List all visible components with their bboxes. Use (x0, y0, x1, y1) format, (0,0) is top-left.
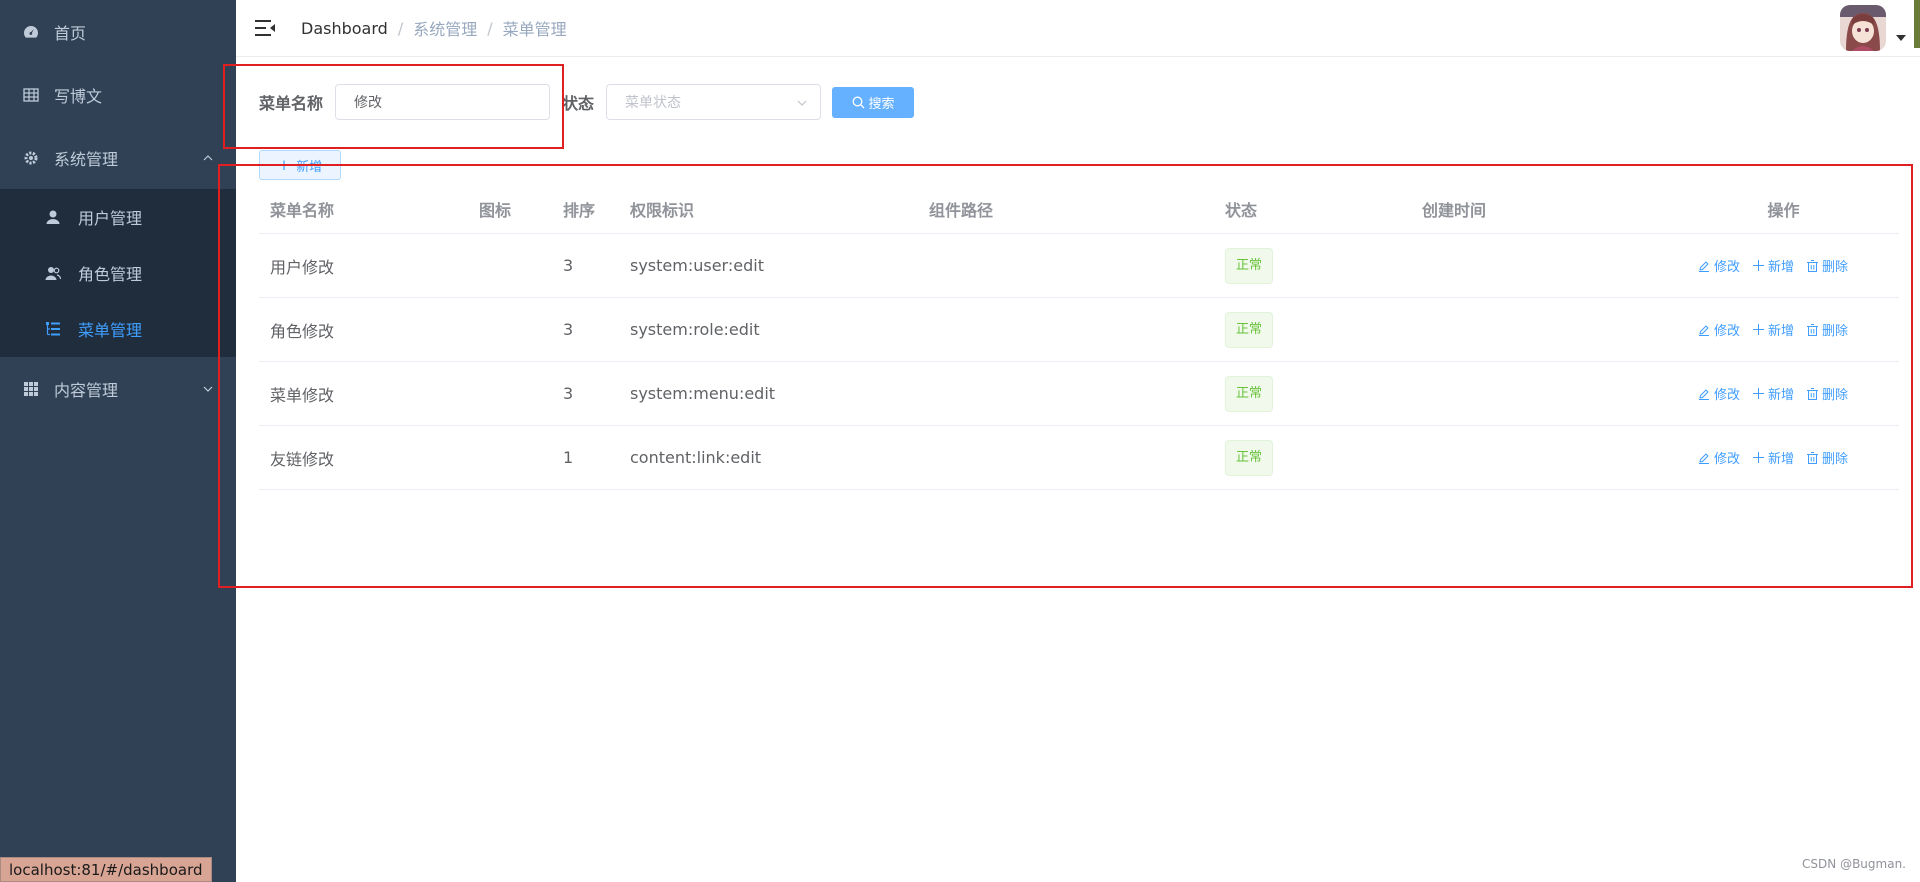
gear-icon (22, 149, 40, 167)
caret-down-icon[interactable] (1896, 34, 1906, 42)
sidebar-item-label: 写博文 (54, 86, 103, 106)
chevron-down-icon (203, 386, 213, 392)
status-placeholder: 菜单状态 (625, 95, 682, 111)
highlight-box-table (218, 164, 1913, 588)
sidebar-item-label: 系统管理 (54, 149, 119, 169)
system-submenu: 用户管理 角色管理 菜单管理 (0, 189, 236, 357)
hamburger-icon[interactable] (254, 17, 276, 39)
status-select[interactable]: 菜单状态 (606, 84, 822, 120)
sidebar: 首页 写博文 系统管理 用户管理 角色管理 菜单管理 内容管理 (0, 0, 236, 882)
breadcrumb-dashboard[interactable]: Dashboard (301, 19, 388, 38)
navbar: Dashboard / 系统管理 / 菜单管理 (236, 0, 1920, 57)
breadcrumb-menu: 菜单管理 (502, 20, 567, 39)
sidebar-item-label: 内容管理 (54, 380, 119, 400)
sidebar-item-menu-management[interactable]: 菜单管理 (0, 301, 236, 357)
sidebar-item-system[interactable]: 系统管理 (0, 126, 236, 189)
avatar[interactable] (1840, 5, 1886, 51)
sidebar-item-label: 用户管理 (78, 209, 143, 228)
peoples-icon (44, 264, 62, 282)
breadcrumb-separator: / (487, 18, 493, 38)
search-button-label: 搜索 (868, 96, 895, 112)
sidebar-item-write-blog[interactable]: 写博文 (0, 63, 236, 126)
highlight-box-search (223, 64, 564, 149)
sidebar-item-user-management[interactable]: 用户管理 (0, 189, 236, 245)
breadcrumb-system: 系统管理 (413, 20, 478, 39)
breadcrumb-separator: / (397, 18, 404, 38)
search-button[interactable]: 搜索 (832, 86, 915, 118)
sidebar-item-label: 菜单管理 (78, 321, 143, 340)
sidebar-item-content[interactable]: 内容管理 (0, 357, 236, 420)
chevron-down-icon (797, 100, 807, 106)
table-icon (22, 86, 40, 104)
status-label: 状态 (562, 94, 595, 113)
url-status-bar: localhost:81/#/dashboard (0, 857, 212, 882)
chevron-up-icon (203, 154, 213, 160)
sidebar-item-home[interactable]: 首页 (0, 0, 236, 63)
user-icon (44, 208, 62, 226)
sidebar-item-label: 角色管理 (78, 265, 143, 284)
grid-icon (22, 380, 40, 398)
tree-table-icon (44, 320, 62, 338)
sidebar-item-label: 首页 (54, 23, 87, 43)
dashboard-icon (22, 23, 40, 41)
sidebar-item-role-management[interactable]: 角色管理 (0, 245, 236, 301)
watermark: CSDN @Bugman. (1802, 857, 1906, 871)
window-edge (1914, 0, 1920, 48)
breadcrumb: Dashboard / 系统管理 / 菜单管理 (301, 16, 567, 40)
search-icon (852, 96, 864, 108)
